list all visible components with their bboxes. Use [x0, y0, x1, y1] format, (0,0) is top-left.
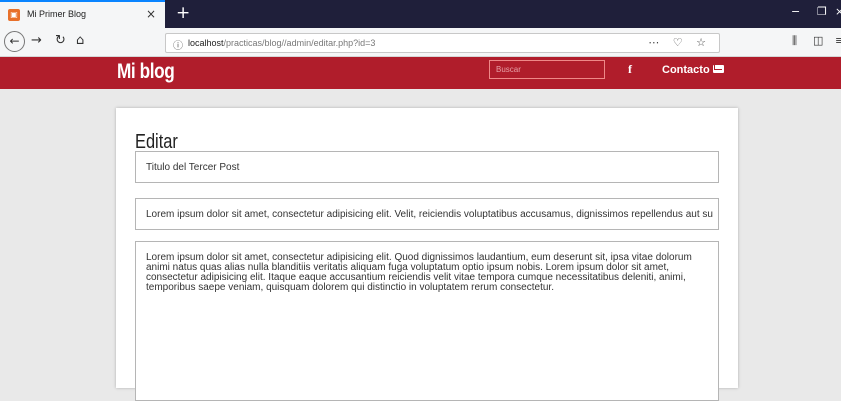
site-brand[interactable]: Mi blog	[117, 60, 175, 84]
maximize-window-icon[interactable]: ❐	[817, 5, 827, 18]
envelope-icon[interactable]	[713, 65, 724, 73]
reload-icon[interactable]: ↻	[55, 33, 66, 48]
forward-arrow-icon[interactable]: →	[31, 33, 42, 48]
browser-tab[interactable]: ▣ Mi Primer Blog ×	[0, 0, 165, 28]
url-text[interactable]: localhost/practicas/blog//admin/editar.p…	[188, 38, 375, 48]
back-arrow-icon[interactable]: ←	[4, 31, 25, 52]
site-header: Mi blog f Contacto	[0, 57, 841, 89]
home-icon[interactable]: ⌂	[76, 33, 84, 48]
edit-post-card: Editar Titulo del Tercer Post Lorem ipsu…	[116, 108, 738, 401]
sidebar-icon[interactable]: ◫	[813, 34, 823, 47]
close-window-icon[interactable]: ×	[835, 5, 841, 18]
menu-icon[interactable]: ≡	[835, 34, 841, 47]
url-bar[interactable]: ⓘ localhost/practicas/blog//admin/editar…	[165, 33, 720, 53]
url-path: /practicas/blog//admin/editar.php?id=3	[223, 38, 376, 48]
page-actions-icons[interactable]: ⋯ ♡ ☆	[648, 36, 711, 49]
post-body-textarea[interactable]: Lorem ipsum dolor sit amet, consectetur …	[135, 241, 719, 401]
close-tab-icon[interactable]: ×	[146, 7, 156, 21]
site-info-icon[interactable]: ⓘ	[173, 37, 183, 52]
library-icon[interactable]: ⫼	[792, 34, 797, 48]
facebook-icon[interactable]: f	[628, 62, 632, 77]
search-input[interactable]	[489, 60, 605, 79]
url-host: localhost	[188, 38, 224, 48]
minimize-window-icon[interactable]: −	[791, 5, 800, 18]
post-title-input[interactable]: Titulo del Tercer Post	[135, 151, 719, 183]
browser-tab-bar: ▣ Mi Primer Blog × + − ❐ ×	[0, 0, 841, 28]
post-summary-input[interactable]: Lorem ipsum dolor sit amet, consectetur …	[135, 198, 719, 230]
tab-title: Mi Primer Blog	[27, 9, 87, 19]
contact-link[interactable]: Contacto	[662, 64, 710, 76]
browser-nav-bar: ← → ↻ ⌂ ⓘ localhost/practicas/blog//admi…	[0, 28, 841, 57]
new-tab-button[interactable]: +	[176, 3, 190, 23]
blog-favicon-icon: ▣	[8, 9, 20, 21]
